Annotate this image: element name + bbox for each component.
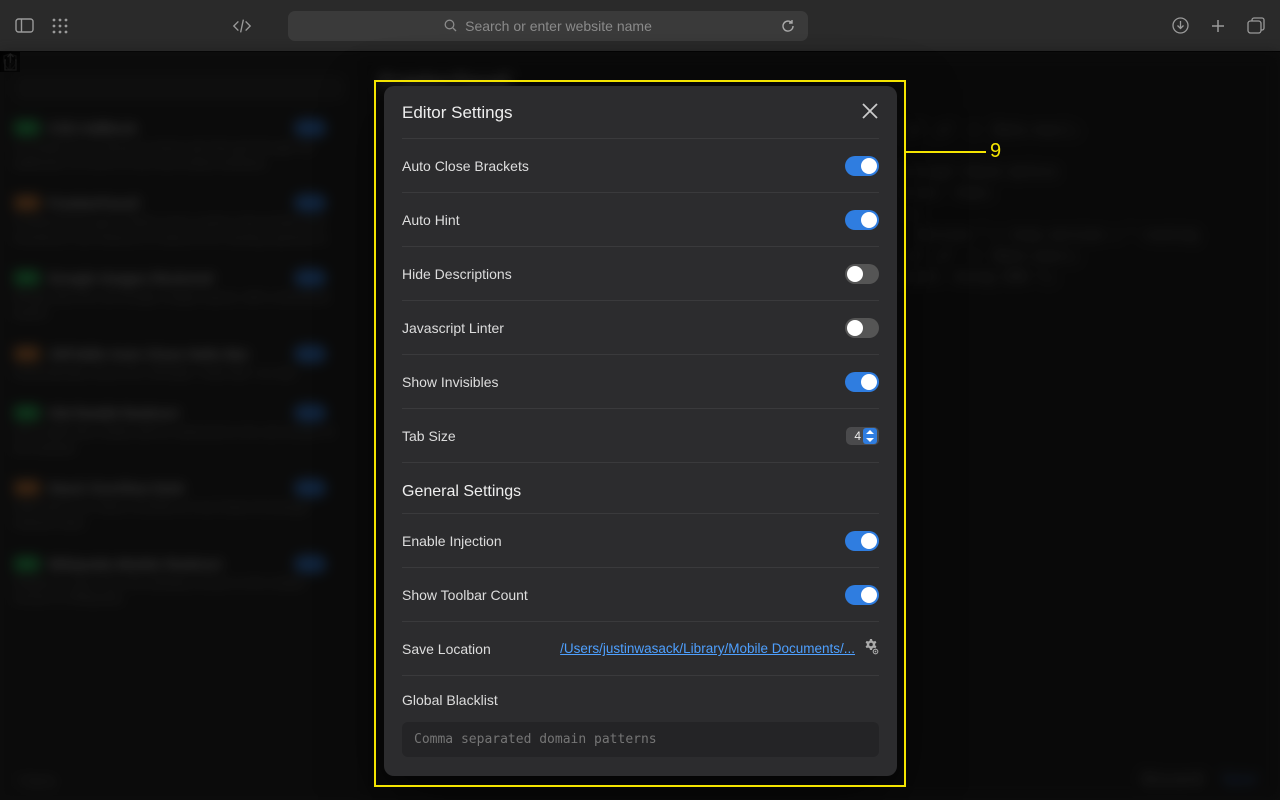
toggle-javascript-linter[interactable] [845,318,879,338]
toggle-show-invisibles[interactable] [845,372,879,392]
new-tab-icon[interactable] [1208,16,1228,36]
setting-row-auto-hint: Auto Hint [402,192,879,246]
code-icon[interactable] [232,16,252,36]
downloads-icon[interactable] [1170,16,1190,36]
settings-modal: Editor Settings Auto Close Brackets Auto… [384,86,897,776]
toggle-auto-close-brackets[interactable] [845,156,879,176]
setting-label: Tab Size [402,428,456,444]
setting-label: Save Location [402,641,491,657]
setting-row-show-toolbar-count: Show Toolbar Count [402,567,879,621]
setting-label: Global Blacklist [402,692,879,708]
setting-row-hide-descriptions: Hide Descriptions [402,246,879,300]
url-placeholder: Search or enter website name [465,18,652,34]
url-bar[interactable]: Search or enter website name [288,11,808,41]
toggle-hide-descriptions[interactable] [845,264,879,284]
gear-icon[interactable] [863,639,879,659]
tabs-icon[interactable] [1246,16,1266,36]
close-icon[interactable] [861,102,879,124]
global-blacklist-input[interactable] [402,722,879,757]
setting-label: Auto Close Brackets [402,158,529,174]
annotation-leader [906,151,986,153]
setting-row-javascript-linter: Javascript Linter [402,300,879,354]
tab-size-select[interactable]: 4 [846,427,879,445]
setting-label: Hide Descriptions [402,266,512,282]
search-icon [444,19,457,32]
setting-row-show-invisibles: Show Invisibles [402,354,879,408]
toggle-auto-hint[interactable] [845,210,879,230]
setting-label: Javascript Linter [402,320,504,336]
setting-label: Show Toolbar Count [402,587,528,603]
toggle-show-toolbar-count[interactable] [845,585,879,605]
setting-row-auto-close-brackets: Auto Close Brackets [402,138,879,192]
annotation-number: 9 [990,140,1001,163]
setting-row-tab-size: Tab Size 4 [402,408,879,462]
browser-toolbar: Search or enter website name [0,0,1280,52]
setting-label: Enable Injection [402,533,502,549]
grid-icon[interactable] [50,16,70,36]
save-location-path[interactable]: /Users/justinwasack/Library/Mobile Docum… [560,641,855,656]
setting-row-enable-injection: Enable Injection [402,513,879,567]
setting-row-global-blacklist: Global Blacklist [402,675,879,757]
sidebar-toggle-icon[interactable] [14,16,34,36]
modal-title: Editor Settings [402,103,513,123]
setting-label: Auto Hint [402,212,460,228]
general-settings-heading: General Settings [402,462,879,513]
setting-label: Show Invisibles [402,374,499,390]
setting-row-save-location: Save Location /Users/justinwasack/Librar… [402,621,879,675]
toggle-enable-injection[interactable] [845,531,879,551]
reload-icon[interactable] [778,16,798,36]
